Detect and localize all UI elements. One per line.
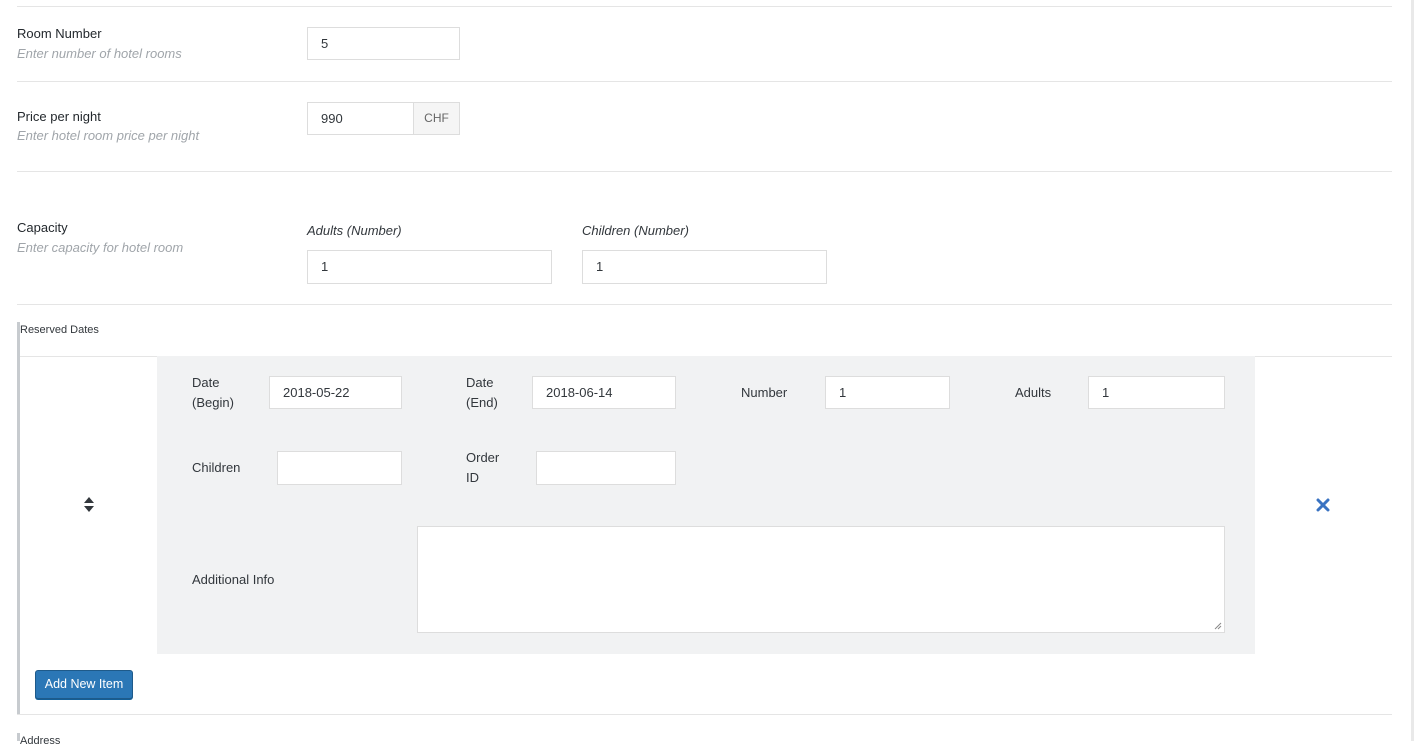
divider (17, 304, 1392, 305)
additional-info-textarea[interactable] (417, 526, 1225, 633)
children-number-label: Children (Number) (582, 223, 689, 238)
resize-handle-icon[interactable] (1214, 622, 1222, 630)
adults-input[interactable]: 1 (1088, 376, 1225, 409)
remove-x-icon[interactable] (1316, 498, 1330, 512)
reserved-dates-label: Reserved Dates (20, 324, 99, 336)
divider-top (17, 6, 1392, 7)
number-input[interactable]: 1 (825, 376, 950, 409)
room-number-label: Room Number (17, 26, 102, 41)
divider (17, 714, 1392, 715)
date-end-label: Date (End) (466, 375, 498, 410)
price-input[interactable]: 990 (307, 102, 414, 135)
order-id-label: Order ID (466, 450, 500, 485)
add-new-item-button[interactable]: Add New Item (35, 670, 133, 699)
date-begin-label: Date (Begin) (192, 375, 234, 410)
children-number-input[interactable]: 1 (582, 250, 827, 284)
number-label: Number (741, 385, 788, 400)
sort-icon[interactable] (82, 496, 96, 514)
room-number-input[interactable]: 5 (307, 27, 460, 60)
children-input[interactable] (277, 451, 402, 485)
adults-label: Adults (1015, 385, 1052, 400)
address-label: Address (20, 735, 61, 747)
children-label: Children (192, 460, 241, 475)
currency-append: CHF (413, 102, 460, 135)
divider (17, 81, 1392, 82)
room-number-description: Enter number of hotel rooms (17, 46, 182, 61)
capacity-label: Capacity (17, 220, 68, 235)
price-label: Price per night (17, 109, 101, 124)
additional-info-label: Additional Info (192, 572, 275, 587)
repeater-left-bar (17, 322, 20, 714)
divider (17, 171, 1392, 172)
date-begin-input[interactable]: 2018-05-22 (269, 376, 402, 409)
capacity-description: Enter capacity for hotel room (17, 240, 184, 255)
adults-number-label: Adults (Number) (307, 223, 402, 238)
adults-number-input[interactable]: 1 (307, 250, 552, 284)
order-id-input[interactable] (536, 451, 676, 485)
date-end-input[interactable]: 2018-06-14 (532, 376, 676, 409)
price-description: Enter hotel room price per night (17, 128, 200, 143)
